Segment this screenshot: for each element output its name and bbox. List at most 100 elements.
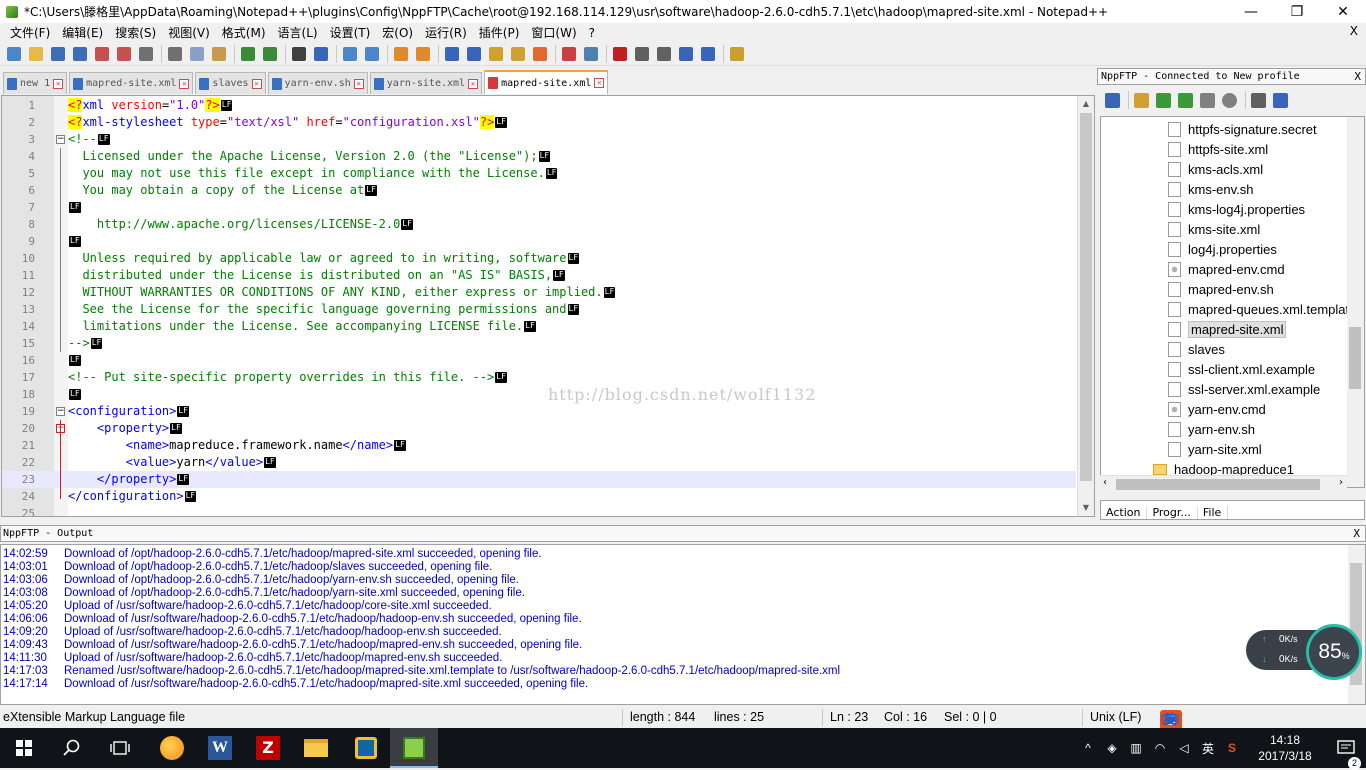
- tree-hscroll-thumb[interactable]: [1116, 479, 1320, 490]
- menu-settings[interactable]: 设置(T): [324, 24, 377, 41]
- scroll-up-arrow[interactable]: ▲: [1078, 96, 1094, 112]
- sync-v-button[interactable]: [391, 44, 410, 63]
- indent-guide-button[interactable]: [486, 44, 505, 63]
- tab-close-icon[interactable]: ✕: [594, 78, 605, 88]
- upload-button[interactable]: [1176, 91, 1195, 110]
- clock[interactable]: 14:18 2017/3/18: [1250, 732, 1320, 764]
- refresh-button[interactable]: [1198, 91, 1217, 110]
- tab-new-1[interactable]: new 1 ✕: [3, 72, 68, 94]
- code-line[interactable]: 20 <property> LF: [2, 420, 1076, 437]
- taskbar-word[interactable]: W: [196, 728, 244, 768]
- search-button[interactable]: [48, 728, 96, 768]
- tab-yarn-site-xml[interactable]: yarn-site.xml ✕: [369, 72, 483, 94]
- tree-scroll-thumb[interactable]: [1349, 327, 1361, 389]
- close-button[interactable]: ✕: [1320, 0, 1366, 23]
- taskbar-file-explorer[interactable]: [292, 728, 340, 768]
- tree-file[interactable]: yarn-site.xml: [1168, 439, 1262, 459]
- save-macro-button[interactable]: [698, 44, 717, 63]
- taskbar-browser[interactable]: [148, 728, 196, 768]
- undo-button[interactable]: [238, 44, 257, 63]
- menu-window[interactable]: 窗口(W): [525, 24, 582, 41]
- code-line[interactable]: 13 See the License for the specific lang…: [2, 301, 1076, 318]
- code-line[interactable]: 14 limitations under the License. See ac…: [2, 318, 1076, 335]
- tree-file[interactable]: ssl-client.xml.example: [1168, 359, 1315, 379]
- open-file-button[interactable]: [26, 44, 45, 63]
- function-list-button[interactable]: [530, 44, 549, 63]
- tree-file[interactable]: kms-site.xml: [1168, 219, 1260, 239]
- code-line[interactable]: 15 --> LF: [2, 335, 1076, 352]
- download-button[interactable]: [1154, 91, 1173, 110]
- tree-file[interactable]: mapred-site.xml: [1168, 319, 1287, 339]
- action-center-button[interactable]: 2: [1326, 739, 1366, 770]
- tab-yarn-env-sh[interactable]: yarn-env.sh ✕: [267, 72, 368, 94]
- stop-macro-button[interactable]: [632, 44, 651, 63]
- tab-close-icon[interactable]: ✕: [53, 78, 64, 89]
- sync-h-button[interactable]: [413, 44, 432, 63]
- close-all-button[interactable]: [114, 44, 133, 63]
- menu-language[interactable]: 语言(L): [272, 24, 324, 41]
- scroll-right-arrow[interactable]: ›: [1339, 477, 1343, 488]
- tab-mapred-site-xml[interactable]: mapred-site.xml ✕: [69, 72, 194, 94]
- queue-col-progress[interactable]: Progr...: [1147, 506, 1198, 519]
- code-line[interactable]: 9 LF: [2, 233, 1076, 250]
- tree-file[interactable]: yarn-env.sh: [1168, 419, 1255, 439]
- tree-file[interactable]: mapred-queues.xml.template: [1168, 299, 1356, 319]
- remote-file-tree[interactable]: httpfs-signature.secret httpfs-site.xml km…: [1100, 116, 1365, 488]
- record-macro-button[interactable]: [610, 44, 629, 63]
- play-macro-button[interactable]: [654, 44, 673, 63]
- code-line[interactable]: 4 Licensed under the Apache License, Ver…: [2, 148, 1076, 165]
- code-line[interactable]: 12 WITHOUT WARRANTIES OR CONDITIONS OF A…: [2, 284, 1076, 301]
- tree-file[interactable]: log4j.properties: [1168, 239, 1277, 259]
- code-line[interactable]: 25: [2, 505, 1076, 516]
- tree-file[interactable]: slaves: [1168, 339, 1225, 359]
- paste-button[interactable]: [209, 44, 228, 63]
- code-line[interactable]: 2 <?xml-stylesheet type="text/xsl" href="…: [2, 114, 1076, 131]
- tab-close-icon[interactable]: ✕: [251, 78, 262, 89]
- nppftp-button[interactable]: [727, 44, 746, 63]
- menu-edit[interactable]: 编辑(E): [56, 24, 109, 41]
- menu-help[interactable]: ?: [583, 26, 601, 40]
- tray-lang[interactable]: 英: [1198, 740, 1218, 757]
- code-line[interactable]: 16 LF: [2, 352, 1076, 369]
- tray-volume-icon[interactable]: ◁: [1174, 741, 1194, 755]
- menu-macro[interactable]: 宏(O): [376, 24, 419, 41]
- status-eol[interactable]: Unix (LF): [1090, 710, 1141, 724]
- tree-file[interactable]: ssl-server.xml.example: [1168, 379, 1320, 399]
- show-all-chars-button[interactable]: [464, 44, 483, 63]
- message-window-button[interactable]: [1271, 91, 1290, 110]
- scroll-thumb[interactable]: [1080, 113, 1092, 481]
- tree-file[interactable]: mapred-env.cmd: [1168, 259, 1285, 279]
- code-editor[interactable]: 1 <?xml version="1.0"?> LF 2 <?xml-styleshee…: [1, 95, 1095, 517]
- taskbar-filezilla[interactable]: Z: [244, 728, 292, 768]
- replace-button[interactable]: [311, 44, 330, 63]
- fold-toggle-icon[interactable]: −: [56, 135, 65, 144]
- tray-network-icon[interactable]: ▥: [1126, 741, 1146, 755]
- doc-map-button[interactable]: [508, 44, 527, 63]
- memory-gauge[interactable]: 85%: [1306, 624, 1362, 680]
- code-line[interactable]: 7 LF: [2, 199, 1076, 216]
- tray-expand-icon[interactable]: ^: [1078, 741, 1098, 755]
- menu-search[interactable]: 搜索(S): [109, 24, 162, 41]
- code-line[interactable]: 3 <!-- LF: [2, 131, 1076, 148]
- code-line[interactable]: 1 <?xml version="1.0"?> LF: [2, 97, 1076, 114]
- close-button[interactable]: [92, 44, 111, 63]
- tree-file[interactable]: mapred-env.sh: [1168, 279, 1274, 299]
- zoom-in-button[interactable]: [340, 44, 359, 63]
- open-directory-button[interactable]: [1132, 91, 1151, 110]
- tree-horizontal-scrollbar[interactable]: ‹ ›: [1100, 475, 1347, 492]
- save-button[interactable]: [48, 44, 67, 63]
- tree-file[interactable]: yarn-env.cmd: [1168, 399, 1266, 419]
- start-button[interactable]: [0, 728, 48, 768]
- tray-sogou-icon[interactable]: S: [1222, 741, 1242, 755]
- code-line[interactable]: 11 distributed under the License is dist…: [2, 267, 1076, 284]
- save-all-button[interactable]: [70, 44, 89, 63]
- queue-col-action[interactable]: Action: [1101, 506, 1148, 519]
- tab-close-icon[interactable]: ✕: [353, 78, 364, 89]
- code-line[interactable]: 18 LF: [2, 386, 1076, 403]
- code-line[interactable]: 21 <name>mapreduce.framework.name</name>…: [2, 437, 1076, 454]
- run-macro-multiple-button[interactable]: [676, 44, 695, 63]
- monitor-button[interactable]: [581, 44, 600, 63]
- folder-workspace-button[interactable]: [559, 44, 578, 63]
- tree-file[interactable]: kms-acls.xml: [1168, 159, 1263, 179]
- close-document-button[interactable]: X: [1350, 24, 1358, 38]
